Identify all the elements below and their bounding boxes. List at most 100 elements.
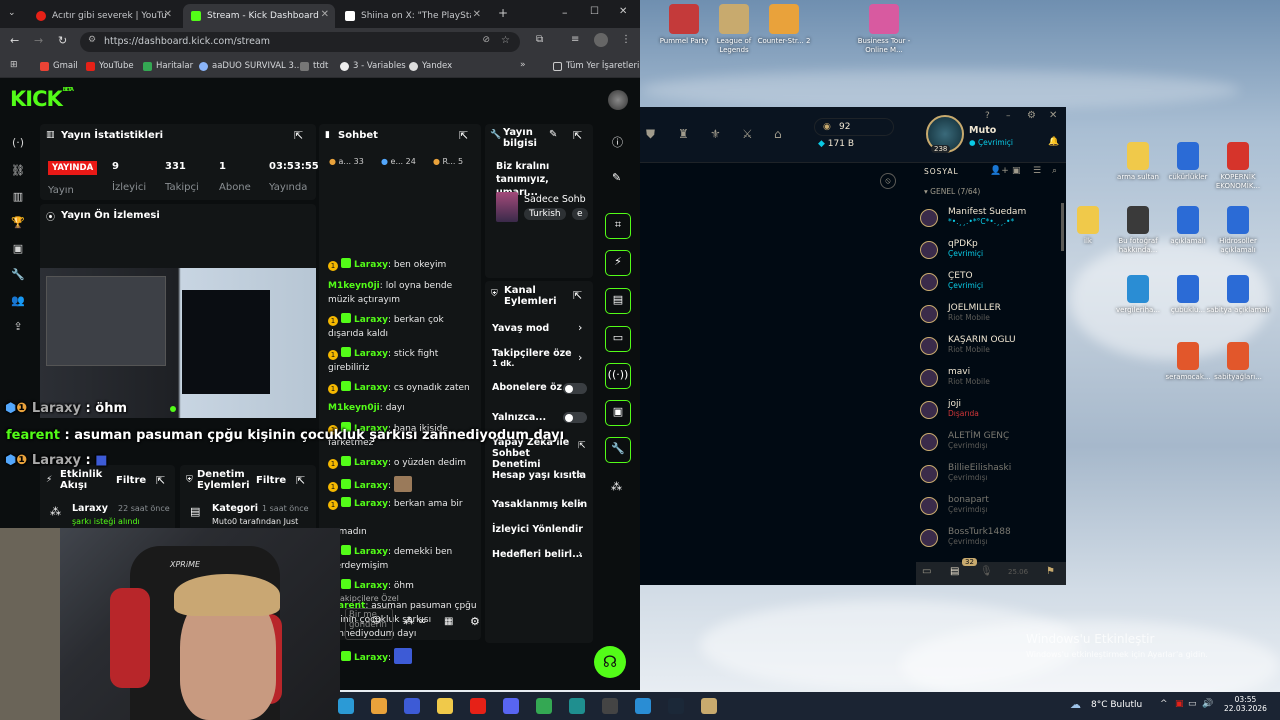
friend-avatar[interactable] — [920, 433, 938, 451]
kick-logo[interactable]: KICKBETA — [10, 87, 74, 111]
taskbar-app-icon[interactable] — [701, 698, 717, 714]
tab-x[interactable]: Shiina on X: "The PlayStation 5✕ — [337, 4, 487, 28]
chat-message[interactable]: 1Laraxy: — [328, 648, 478, 665]
friend-item[interactable]: Manifest Suedam *•.¸¸.•*°C*•.¸¸.•* — [948, 207, 1088, 226]
be-currency[interactable]: ◆ 171 B — [818, 139, 854, 149]
tools-button[interactable]: 🔧 — [605, 437, 631, 463]
all-bookmarks[interactable]: Tüm Yer İşaretleri — [553, 61, 639, 71]
chat-input[interactable]: Bir me gönderin — [345, 608, 393, 640]
taskbar-app-icon[interactable] — [437, 698, 453, 714]
clip-button[interactable]: ⌗ — [605, 213, 631, 239]
activity-filter[interactable]: Filtre — [116, 475, 146, 486]
tag-other[interactable]: e — [572, 208, 588, 220]
friend-item[interactable]: BossTurk1488 Çevrimdışı — [948, 527, 1088, 546]
chat-message[interactable]: M1keyn0ji: dayı — [328, 401, 478, 415]
friend-avatar[interactable] — [920, 241, 938, 259]
profile-avatar[interactable] — [594, 33, 608, 47]
chat-message[interactable]: 1Laraxy: demekki ben içerdeymişim — [328, 545, 478, 573]
chat-username[interactable]: M1keyn0ji — [328, 403, 380, 413]
site-info-icon[interactable]: ⚙ — [88, 35, 96, 45]
link-icon[interactable]: ⛓ — [11, 164, 25, 178]
tab-search-icon[interactable]: ⌄ — [8, 8, 16, 18]
new-tab-icon[interactable]: + — [498, 6, 508, 20]
support-button[interactable]: ☊ — [594, 646, 626, 678]
chat-message[interactable]: 1 Laraxy: o yüzden dedim — [328, 456, 478, 470]
friend-avatar[interactable] — [920, 337, 938, 355]
friend-item[interactable]: ÇETO Çevrimiçi — [948, 271, 1088, 290]
popout-icon[interactable]: ⇱ — [296, 474, 305, 487]
tag-turkish[interactable]: Turkish — [524, 208, 566, 220]
friend-item[interactable]: ALETİM GENÇ Çevrimdışı — [948, 431, 1088, 450]
chat-message[interactable]: 1 Laraxy: cs oynadık zaten — [328, 381, 478, 395]
chat-filter-tab[interactable]: ● e... 24 — [381, 157, 416, 166]
tray-chevron-icon[interactable]: ^ — [1160, 699, 1168, 709]
taskbar-app-icon[interactable] — [470, 698, 486, 714]
friend-item[interactable]: BillieEilishaski Çevrimdışı — [948, 463, 1088, 482]
chat-message[interactable]: M1keyn0ji: lol oyna bende müzik açtırayı… — [328, 279, 478, 307]
bookmark-variables[interactable]: 3 - Variables — [340, 61, 406, 71]
bookmark-yandex[interactable]: Yandex — [409, 61, 452, 71]
friend-avatar[interactable] — [920, 401, 938, 419]
media-icon[interactable]: ≡ — [571, 34, 579, 45]
chat-username[interactable]: Laraxy — [354, 260, 388, 270]
store-icon[interactable]: ▦ — [444, 616, 453, 627]
weather-icon[interactable]: ☁ — [1070, 698, 1081, 711]
chat-username[interactable]: M1keyn0ji — [328, 281, 380, 291]
window-close-icon[interactable]: ✕ — [619, 6, 627, 17]
friend-avatar[interactable] — [920, 465, 938, 483]
chat-message[interactable]: açmadın — [328, 525, 478, 539]
close-icon[interactable]: ✕ — [1049, 110, 1057, 121]
action-followers-only[interactable]: Takipçilere özel s — [492, 348, 572, 359]
url-input[interactable]: ⚙ https://dashboard.kick.com/stream ⊘ ☆ — [80, 32, 520, 52]
taskbar-app-icon[interactable] — [602, 698, 618, 714]
close-tab-icon[interactable]: ✕ — [473, 9, 481, 20]
chat-username[interactable]: Laraxy — [354, 349, 388, 359]
broadcast-button[interactable]: ((·)) — [605, 363, 631, 389]
wrench-icon[interactable]: 🔧 — [11, 268, 25, 282]
more-bookmarks-icon[interactable]: » — [520, 60, 526, 70]
friend-item[interactable]: JOELMILLER Riot Mobile — [948, 303, 1088, 322]
action-subscribers-only[interactable]: Abonelere öz... — [492, 382, 573, 393]
taskbar-app-icon[interactable] — [338, 698, 354, 714]
analytics-icon[interactable]: ▥ — [11, 190, 25, 204]
volume-icon[interactable]: 🔊 — [1202, 699, 1213, 709]
chat-username[interactable]: Laraxy — [354, 458, 388, 468]
chat-username[interactable]: Laraxy — [354, 581, 388, 591]
chat-message[interactable]: 1 Laraxy: ben okeyim — [328, 258, 478, 272]
users-icon[interactable]: ⁂ — [404, 616, 414, 627]
friend-avatar[interactable] — [920, 273, 938, 291]
action-emotes-only[interactable]: Yalnızca... — [492, 412, 546, 423]
bookmark-maps[interactable]: Haritalar — [143, 61, 193, 71]
tft-icon[interactable]: ⚔ — [742, 127, 753, 141]
close-tab-icon[interactable]: ✕ — [164, 9, 172, 20]
trophy-icon[interactable]: 🏆 — [11, 216, 25, 230]
desktop-file[interactable]: KOPERNİK EKONOMİK... — [1206, 142, 1270, 191]
chat-settings-icon[interactable]: ⚙ — [470, 615, 480, 628]
friend-item[interactable]: joji Dışarıda — [948, 399, 1088, 418]
taskbar-app-icon[interactable] — [668, 698, 684, 714]
bookmark-ttdt[interactable]: ttdt — [300, 61, 328, 71]
layout-button[interactable]: ▣ — [605, 400, 631, 426]
clock[interactable]: 03:55 22.03.2026 — [1224, 695, 1267, 713]
edit-icon[interactable]: ✎ — [549, 129, 557, 140]
bookmark-gmail[interactable]: Gmail — [40, 61, 78, 71]
user-avatar[interactable] — [608, 90, 628, 110]
list-icon[interactable]: ☰ — [1033, 166, 1041, 176]
friend-item[interactable]: mavi Riot Mobile — [948, 367, 1088, 386]
edit-icon[interactable]: ✎ — [612, 171, 621, 184]
friend-avatar[interactable] — [920, 369, 938, 387]
chat-icon[interactable]: ▭ — [922, 566, 931, 577]
taskbar-app-icon[interactable] — [404, 698, 420, 714]
minimize-icon[interactable]: – — [1006, 111, 1011, 121]
action-banned-words[interactable]: Yasaklanmış kelin — [492, 499, 587, 510]
friend-group-header[interactable]: ▾ GENEL (7/64) — [924, 187, 980, 196]
help-icon[interactable]: ? — [985, 111, 990, 121]
loot-icon[interactable]: ⚜ — [710, 127, 721, 141]
window-maximize-icon[interactable]: ☐ — [590, 6, 599, 17]
external-link-icon[interactable]: ⇱ — [578, 441, 586, 451]
friend-avatar[interactable] — [920, 209, 938, 227]
profile-tab-icon[interactable]: ⌂ — [774, 127, 782, 141]
collection-icon[interactable]: ♜ — [678, 127, 689, 141]
desktop-shortcut[interactable]: Business Tour - Online M... — [852, 4, 916, 55]
settings-icon[interactable]: ⚙ — [1027, 110, 1036, 121]
